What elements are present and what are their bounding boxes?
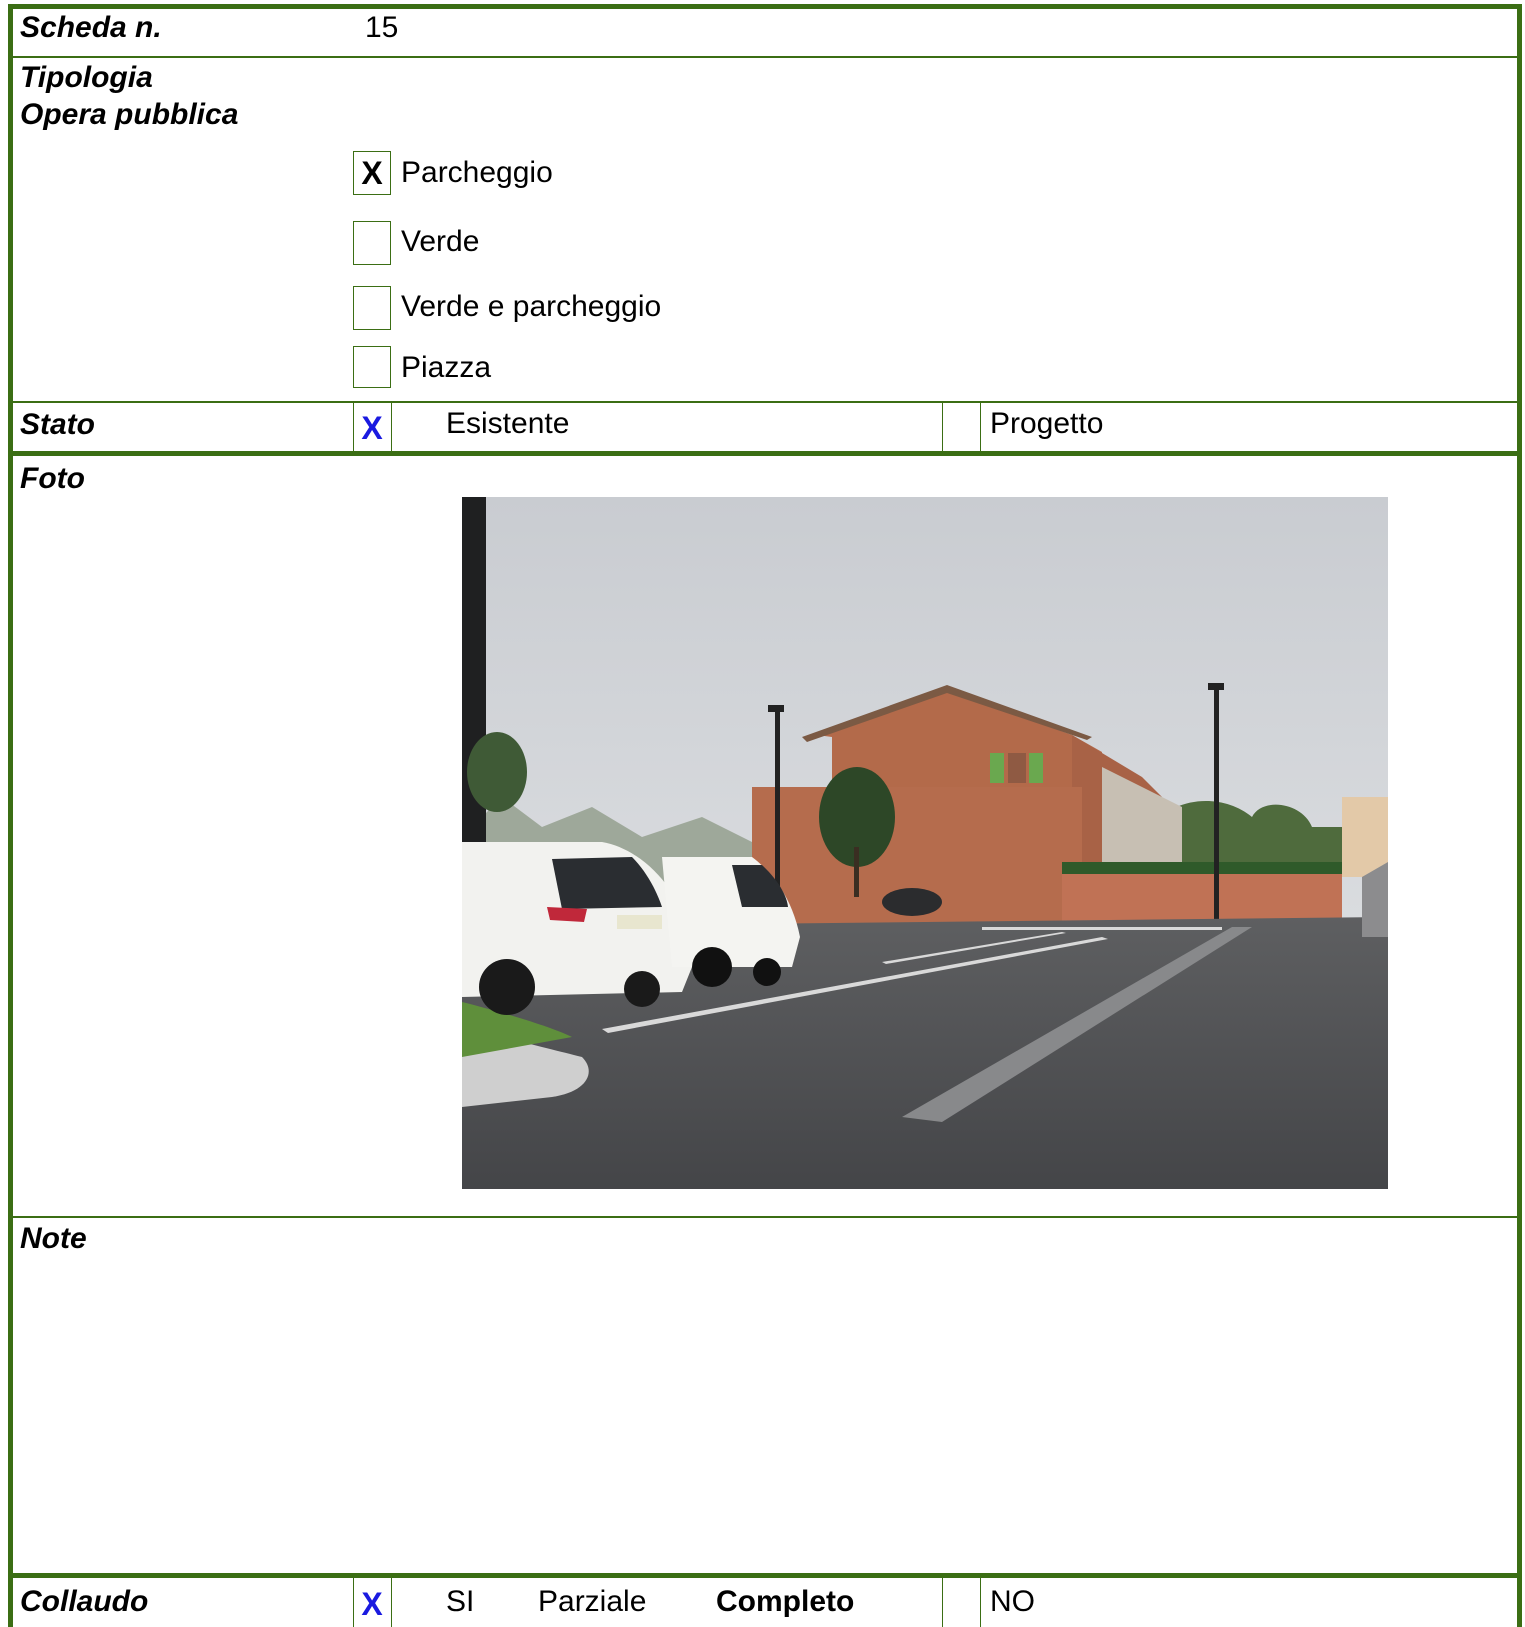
tipologia-label: Tipologia xyxy=(20,61,153,94)
option-parcheggio-label: Parcheggio xyxy=(401,156,553,189)
stato-existing-label: Esistente xyxy=(446,407,570,440)
checkbox-verde-e-parcheggio[interactable] xyxy=(353,286,391,330)
option-verde-label: Verde xyxy=(401,225,480,258)
checkbox-verde[interactable] xyxy=(353,221,391,265)
rule xyxy=(8,56,1522,58)
rule xyxy=(8,401,1522,403)
collaudo-si-label: SI xyxy=(446,1585,475,1618)
option-verde-e-parcheggio-label: Verde e parcheggio xyxy=(401,290,662,323)
collaudo-si-mark[interactable]: X xyxy=(353,1586,391,1623)
rule xyxy=(8,451,1522,456)
cell-divider xyxy=(391,1578,392,1627)
collaudo-label: Collaudo xyxy=(20,1585,149,1618)
stato-project-label: Progetto xyxy=(990,407,1104,440)
stato-label: Stato xyxy=(20,408,95,441)
collaudo-no-label: NO xyxy=(990,1585,1035,1618)
cell-divider xyxy=(391,403,392,451)
checkbox-parcheggio[interactable]: X xyxy=(353,151,391,195)
collaudo-completo-label: Completo xyxy=(716,1585,855,1618)
cell-divider xyxy=(980,1578,981,1627)
cell-divider xyxy=(942,403,943,451)
option-piazza-label: Piazza xyxy=(401,351,492,384)
scheda-label: Scheda n. xyxy=(20,11,162,44)
checkbox-piazza[interactable] xyxy=(353,346,391,388)
rule xyxy=(8,1573,1522,1578)
note-label: Note xyxy=(20,1222,87,1255)
cell-divider xyxy=(942,1578,943,1627)
opera-pubblica-label: Opera pubblica xyxy=(20,98,239,131)
cell-divider xyxy=(980,403,981,451)
parking-lot-photo xyxy=(462,497,1388,1189)
rule xyxy=(8,1216,1522,1218)
stato-existing-mark[interactable]: X xyxy=(353,410,391,447)
collaudo-parziale-label: Parziale xyxy=(538,1585,647,1618)
scheda-number: 15 xyxy=(365,11,399,44)
foto-label: Foto xyxy=(20,462,85,495)
